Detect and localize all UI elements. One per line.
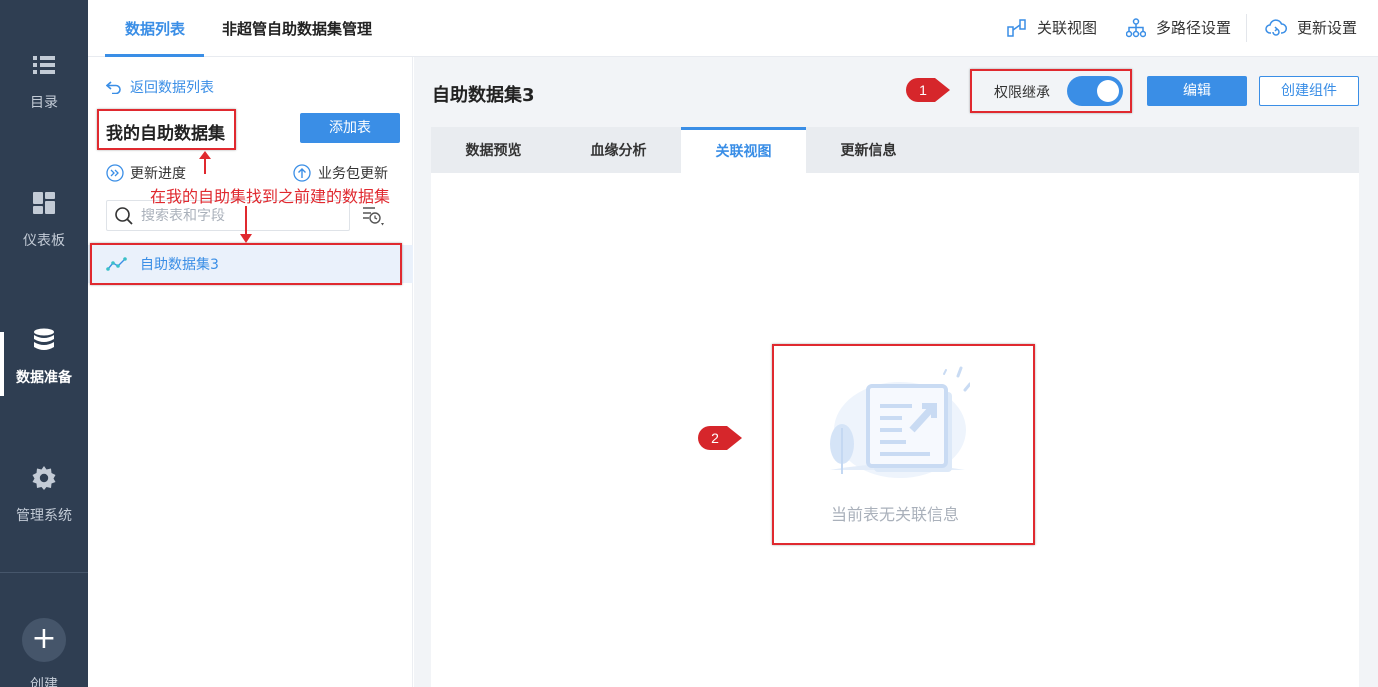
list-icon [33, 56, 55, 74]
nav-item-data-prep[interactable]: 数据准备 [0, 327, 88, 427]
dashboard-icon [33, 192, 55, 214]
dataset-line-icon [106, 257, 127, 271]
relation-view-label: 关联视图 [1037, 19, 1098, 37]
update-settings-button[interactable]: 更新设置 [1265, 17, 1357, 38]
callout-marker-1: 1 [905, 77, 951, 103]
multipath-settings-label: 多路径设置 [1156, 19, 1232, 37]
nav-item-admin[interactable]: 管理系统 [0, 465, 88, 565]
gear-icon [32, 466, 56, 490]
create-label: 创建 [30, 677, 58, 687]
dataset-panel: 返回数据列表 我的自助数据集 添加表 更新进度 业务包更新 搜索表和字段 自助数… [88, 57, 413, 687]
annotation-note: 在我的自助集找到之前建的数据集 [150, 187, 391, 206]
plus-icon: + [31, 621, 57, 656]
package-update-label: 业务包更新 [318, 166, 388, 182]
edit-button[interactable]: 编辑 [1147, 76, 1247, 106]
top-bar: 数据列表 非超管自助数据集管理 关联视图 多路径设置 更新设置 [88, 0, 1378, 57]
multipath-icon [1126, 17, 1146, 37]
create-component-button[interactable]: 创建组件 [1259, 76, 1359, 106]
panel-title: 我的自助数据集 [106, 124, 225, 144]
tab-update-info[interactable]: 更新信息 [806, 127, 931, 173]
back-to-list-label: 返回数据列表 [130, 80, 214, 96]
callout-number-1: 1 [919, 82, 927, 98]
update-settings-label: 更新设置 [1297, 19, 1358, 37]
upload-icon [293, 164, 311, 182]
create-button[interactable]: + [22, 618, 66, 662]
back-arrow-icon [106, 81, 121, 94]
package-update-link[interactable]: 业务包更新 [292, 163, 388, 183]
empty-document-illustration [830, 366, 970, 478]
callout-marker-2: 2 [697, 425, 743, 451]
cloud-refresh-icon [1265, 18, 1287, 36]
dataset-tabs: 数据预览 血缘分析 关联视图 更新信息 [431, 127, 1359, 173]
relation-view-content: 当前表无关联信息 [431, 173, 1359, 687]
dataset-list-item[interactable]: 自助数据集3 [88, 245, 413, 283]
update-progress-label: 更新进度 [130, 166, 186, 182]
back-to-list-link[interactable]: 返回数据列表 [106, 77, 214, 97]
tab-self-service-dataset-mgmt[interactable]: 非超管自助数据集管理 [222, 18, 372, 39]
search-icon [115, 206, 133, 225]
relation-view-icon [1007, 18, 1026, 37]
add-table-button[interactable]: 添加表 [300, 113, 400, 143]
main-area: 自助数据集3 权限继承 编辑 创建组件 数据预览 血缘分析 关联视图 更新信息 … [414, 57, 1378, 687]
nav-label-dashboard: 仪表板 [23, 233, 65, 249]
callout-number-2: 2 [711, 430, 719, 446]
progress-icon [106, 164, 124, 182]
nav-item-catalog[interactable]: 目录 [0, 52, 88, 152]
tab-data-list[interactable]: 数据列表 [125, 18, 185, 39]
empty-state-text: 当前表无关联信息 [830, 505, 959, 524]
annotation-arrow-down [240, 206, 252, 243]
multipath-settings-button[interactable]: 多路径设置 [1126, 17, 1231, 38]
database-icon [34, 328, 54, 350]
nav-item-dashboard[interactable]: 仪表板 [0, 190, 88, 290]
nav-label-catalog: 目录 [30, 95, 58, 111]
permission-inherit-toggle[interactable] [1067, 76, 1123, 106]
tab-lineage-analysis[interactable]: 血缘分析 [556, 127, 681, 173]
top-separator [1246, 14, 1247, 42]
annotation-arrow-up [199, 151, 211, 174]
update-progress-link[interactable]: 更新进度 [106, 163, 186, 183]
dataset-title: 自助数据集3 [432, 85, 535, 106]
filter-history-icon[interactable] [362, 205, 388, 229]
permission-inherit-label: 权限继承 [994, 85, 1050, 101]
tab-relation-view[interactable]: 关联视图 [681, 127, 806, 173]
nav-divider [0, 572, 88, 573]
side-nav: 目录 仪表板 数据准备 管理系统 + 创建 [0, 0, 88, 687]
nav-label-data-prep: 数据准备 [16, 370, 72, 386]
toggle-knob [1097, 80, 1119, 102]
tab-data-preview[interactable]: 数据预览 [431, 127, 556, 173]
relation-view-button[interactable]: 关联视图 [1007, 17, 1097, 38]
dataset-item-label: 自助数据集3 [140, 257, 219, 273]
nav-label-admin: 管理系统 [16, 508, 72, 524]
